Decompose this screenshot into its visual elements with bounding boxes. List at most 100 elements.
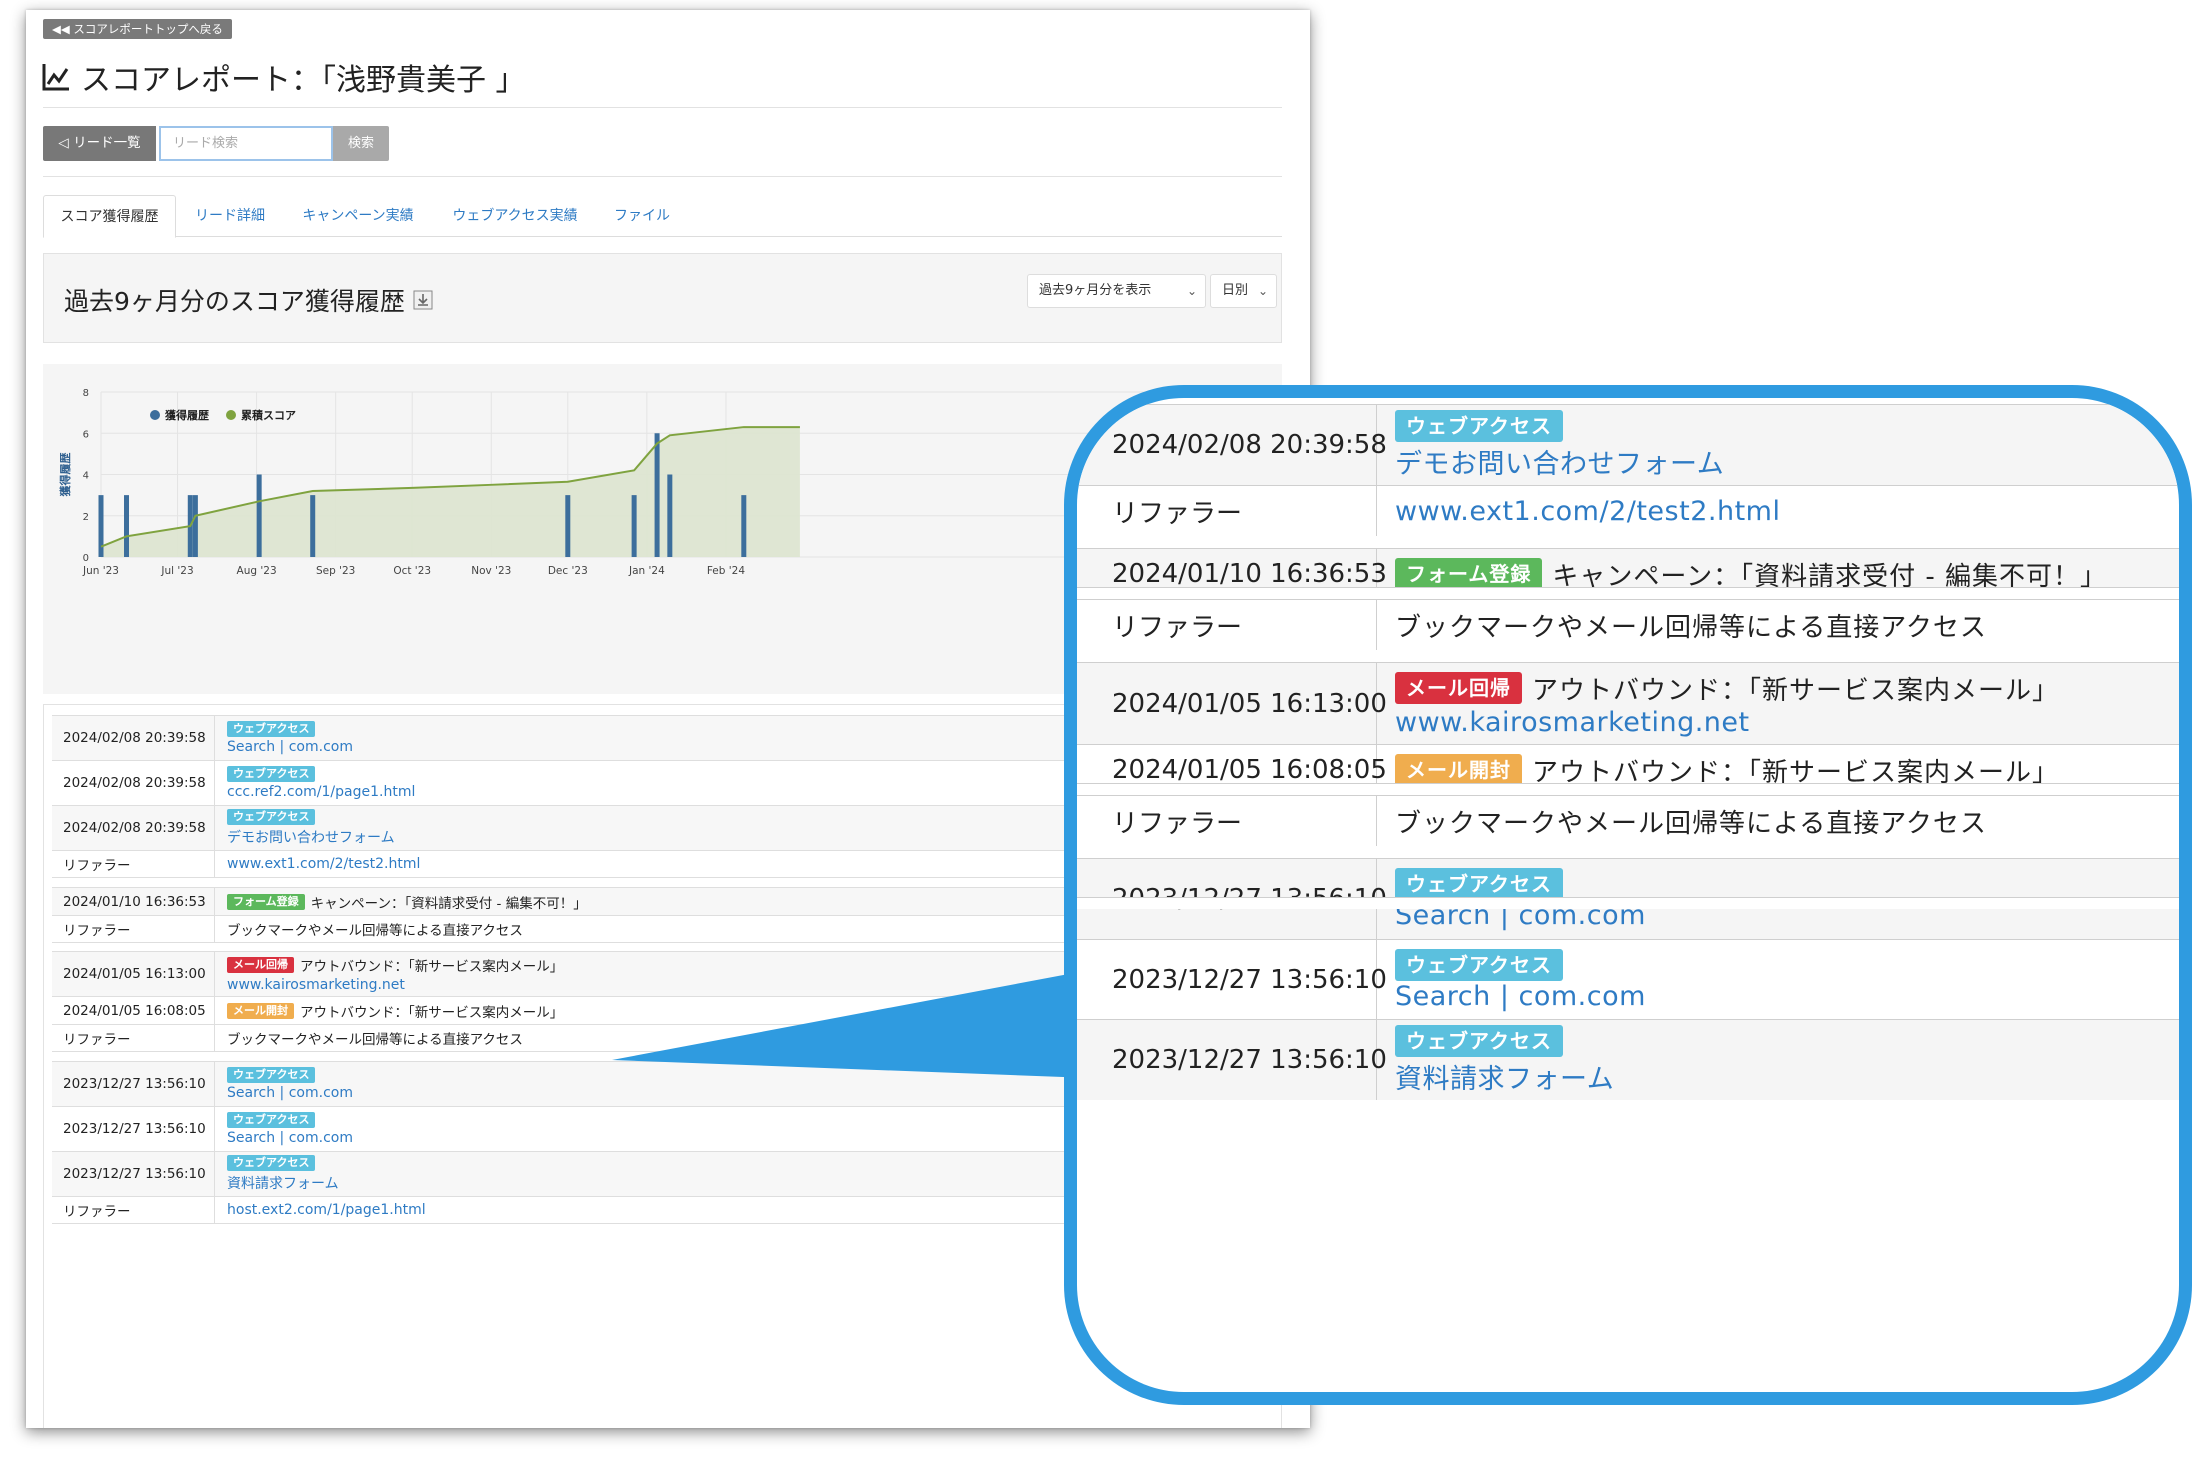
zoomed-history-callout: 2024/02/08 20:39:58 ウェブアクセス デモお問い合わせフォーム リフ… [1064,385,2192,1405]
timestamp: 2023/12/27 13:56:10 [52,1062,215,1106]
x-tick-label: Nov '23 [471,565,511,577]
activity-link[interactable]: www.kairosmarketing.net [1395,707,2179,738]
activity-line: ウェブアクセス [1395,409,2179,442]
activity-badge: ウェブアクセス [1395,1024,1563,1057]
timestamp: 2023/12/27 13:56:10 [1077,940,1387,1020]
period-select-value: 過去9ヶ月分を表示 [1039,283,1152,298]
legend-bar-marker [150,410,160,420]
back-to-report-top-button[interactable]: ◀◀ スコアレポートトップへ戻る [43,19,232,39]
lead-search-input[interactable] [159,126,333,161]
y-tick-label: 8 [83,388,89,399]
x-tick-label: Dec '23 [548,565,588,577]
referrer-label: リファラー [52,1197,215,1223]
cumulative-score-area [101,427,800,557]
history-bar [192,495,198,557]
activity-line: ブックマークやメール回帰等による直接アクセス [1395,607,2179,644]
timestamp: 2024/01/05 16:08:05 [52,997,215,1024]
x-tick-label: Jul '23 [160,565,193,577]
line-chart-icon [42,64,69,91]
activity-line: ウェブアクセス [1395,948,2179,981]
table-row: リファラー ブックマークやメール回帰等による直接アクセス [1077,795,2179,846]
divider [43,176,1282,177]
page-title-text: スコアレポート：「浅野貴美子 」 [81,63,526,98]
history-bar [256,474,262,557]
table-row: 2024/02/08 20:39:58 ウェブアクセス デモお問い合わせフォーム [1077,404,2179,485]
group-gap [1077,783,2179,795]
timestamp: 2024/01/05 16:13:00 [1077,663,1387,744]
legend-bar-label: 獲得履歴 [165,408,209,422]
activity-link[interactable]: デモお問い合わせフォーム [1395,442,2179,481]
timestamp: 2024/02/08 20:39:58 [1077,405,1387,485]
activity-line: ウェブアクセス [1395,867,2179,900]
timestamp: 2023/12/27 13:56:10 [1077,1020,1387,1100]
legend-line-marker [226,410,236,420]
referrer-label: リファラー [52,851,215,877]
x-tick-label: Oct '23 [393,565,431,577]
table-row: リファラー www.ext1.com/2/test2.html [1077,485,2179,536]
tab-score-history[interactable]: スコア獲得履歴 [43,195,176,238]
y-tick-label: 4 [83,471,89,482]
chevron-down-icon: ⌄ [1257,284,1268,298]
x-tick-label: Aug '23 [237,565,277,577]
panel-title: 過去9ヶ月分のスコア獲得履歴 [64,282,433,318]
period-select[interactable]: 過去9ヶ月分を表示 ⌄ [1027,274,1206,308]
history-bar [631,495,637,557]
granularity-select[interactable]: 日別 ⌄ [1210,274,1277,308]
activity-link[interactable]: 資料請求フォーム [1395,1057,2179,1096]
search-button[interactable]: 検索 [333,126,389,161]
x-tick-label: Sep '23 [316,565,355,577]
x-tick-label: Jun '23 [82,565,119,577]
activity-text: アウトバウンド：「新サービス案内メール」 [1532,675,2060,706]
table-row: リファラー ブックマークやメール回帰等による直接アクセス [1077,599,2179,650]
history-bar [667,474,673,557]
lead-list-button[interactable]: ◁ リード一覧 [43,126,156,161]
activity-badge: メール回帰 [227,957,294,973]
history-bar [98,495,104,557]
divider [43,107,1282,108]
referrer-label: リファラー [52,1025,215,1051]
activity-badge: メール開封 [1395,754,1522,786]
history-bar [124,495,130,557]
activity-text: ブックマークやメール回帰等による直接アクセス [227,1032,523,1048]
history-bar [565,495,571,557]
history-bar [654,433,660,557]
referrer-label: リファラー [1077,600,1377,650]
tab-web-access-results[interactable]: ウェブアクセス実績 [432,195,598,237]
table-row: 2023/12/27 13:56:10 ウェブアクセス 資料請求フォーム [1077,1019,2179,1100]
download-icon[interactable] [413,290,433,310]
activity-badge: メール開封 [227,1002,294,1019]
timestamp: 2024/01/10 16:36:53 [52,888,215,915]
activity-text: ブックマークやメール回帰等による直接アクセス [1395,808,1987,839]
timestamp: 2024/02/08 20:39:58 [52,761,215,805]
page-title: スコアレポート：「浅野貴美子 」 [41,54,526,100]
chevron-down-icon: ⌄ [1186,284,1197,298]
tab-bar: スコア獲得履歴 リード詳細 キャンペーン実績 ウェブアクセス実績 ファイル [43,195,1282,238]
panel-title-text: 過去9ヶ月分のスコア獲得履歴 [64,287,405,316]
activity-text: キャンペーン：「資料請求受付 - 編集不可！」 [310,895,587,912]
table-row: 2023/12/27 13:56:10ウェブアクセスSearch | com.c… [1077,939,2179,1020]
tab-files[interactable]: ファイル [598,195,686,237]
x-tick-label: Feb '24 [707,565,745,577]
activity-text: アウトバウンド：「新サービス案内メール」 [300,1004,564,1021]
activity-badge: ウェブアクセス [227,809,316,825]
tab-campaign-results[interactable]: キャンペーン実績 [284,195,432,237]
activity-badge: ウェブアクセス [227,766,316,782]
y-tick-label: 6 [83,429,89,440]
activity-link[interactable]: www.ext1.com/2/test2.html [1395,496,2179,527]
timestamp: 2024/02/08 20:39:58 [52,716,215,760]
activity-badge: ウェブアクセス [227,1067,316,1083]
legend-line-label: 累積スコア [241,408,296,422]
referrer-label: リファラー [1077,486,1377,536]
tab-lead-detail[interactable]: リード詳細 [176,195,284,237]
activity-badge: ウェブアクセス [1395,867,1563,900]
activity-text: ブックマークやメール回帰等による直接アクセス [1395,612,1987,643]
activity-text: ブックマークやメール回帰等による直接アクセス [227,923,523,939]
y-tick-label: 0 [83,553,89,564]
referrer-label: リファラー [52,916,215,942]
activity-line: ウェブアクセス [1395,1024,2179,1057]
activity-badge: ウェブアクセス [227,1155,316,1171]
activity-text: アウトバウンド：「新サービス案内メール」 [300,959,564,975]
activity-badge: ウェブアクセス [227,1112,316,1128]
x-tick-label: Jan '24 [628,565,665,577]
activity-link[interactable]: Search | com.com [1395,981,2179,1012]
